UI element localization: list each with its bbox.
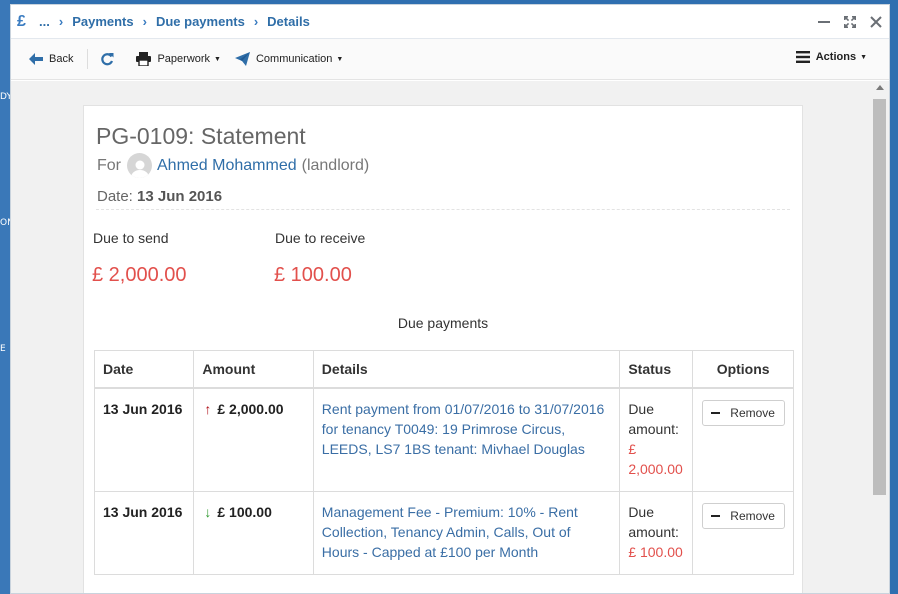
menu-icon — [795, 51, 810, 63]
minus-icon — [711, 411, 721, 414]
breadcrumb-payments[interactable]: Payments — [72, 14, 133, 29]
row-options: Remove — [692, 490, 794, 575]
arrow-up-icon: ↑ — [204, 400, 212, 417]
avatar — [127, 153, 152, 178]
toolbar: Back Paperwork ▼ Communication ▼ Actions… — [11, 39, 889, 80]
scrollbar-thumb[interactable] — [873, 99, 886, 495]
remove-label: Remove — [730, 508, 775, 523]
window-controls — [811, 11, 889, 33]
breadcrumb: ... › Payments › Due payments › Details — [39, 14, 310, 29]
due-payments-caption: Due payments — [397, 315, 489, 331]
paperwork-dropdown[interactable]: Paperwork ▼ — [136, 52, 221, 66]
actions-label: Actions — [815, 51, 857, 63]
due-to-send-value: £ 2,000.00 — [92, 264, 187, 286]
toolbar-divider — [87, 49, 89, 69]
due-to-send-label: Due to send — [93, 230, 169, 246]
communication-label: Communication — [255, 53, 333, 65]
row-amount: ↑ £ 2,000.00 — [193, 387, 314, 492]
background-app-strip: DY ON E — [0, 0, 14, 594]
page-title: PG-0109: Statement — [96, 123, 306, 149]
column-header-date: Date — [93, 350, 195, 389]
row-options: Remove — [692, 387, 794, 492]
date-value: 13 Jun 2016 — [137, 188, 223, 205]
pound-icon: £ — [17, 12, 26, 30]
arrow-down-icon: ↓ — [204, 503, 212, 520]
breadcrumb-details: Details — [267, 14, 310, 29]
minimize-button[interactable] — [811, 11, 837, 33]
vertical-scrollbar[interactable] — [871, 81, 889, 593]
statement-card: PG-0109: Statement For Ahmed Mohammed (l… — [83, 105, 803, 593]
person-role: (landlord) — [301, 156, 370, 174]
caret-down-icon: ▼ — [214, 55, 221, 63]
table-row: 13 Jun 2016 ↑ £ 2,000.00 Rent payment fro… — [93, 387, 794, 492]
chevron-right-icon: › — [58, 14, 64, 29]
row-date: 13 Jun 2016 — [93, 387, 195, 492]
maximize-button[interactable] — [837, 11, 863, 33]
window-titlebar: £ ... › Payments › Due payments › Detail… — [11, 5, 889, 39]
column-header-details: Details — [312, 350, 621, 389]
column-header-options: Options — [692, 350, 794, 389]
date-label: Date: — [97, 188, 133, 205]
table-row: 13 Jun 2016 ↓ £ 100.00 Management Fee - P… — [93, 490, 794, 575]
back-arrow-icon — [29, 53, 43, 65]
actions-dropdown[interactable]: Actions ▼ — [795, 51, 867, 63]
status-label: Due amount: — [628, 503, 679, 540]
printer-icon — [136, 52, 152, 66]
breadcrumb-ellipsis[interactable]: ... — [39, 14, 50, 29]
row-status: Due amount: £ 100.00 — [619, 490, 694, 575]
row-details-link[interactable]: Rent payment from 01/07/2016 to 31/07/20… — [312, 387, 621, 492]
content-area: PG-0109: Statement For Ahmed Mohammed (l… — [11, 81, 871, 593]
chevron-right-icon: › — [142, 14, 147, 29]
column-header-amount: Amount — [193, 350, 314, 389]
refresh-icon — [101, 53, 114, 66]
status-amount: £ 2,000.00 — [628, 440, 683, 477]
status-label: Due amount: — [628, 400, 679, 437]
statement-recipient: For Ahmed Mohammed (landlord) — [97, 153, 369, 178]
back-button[interactable]: Back — [29, 53, 73, 65]
row-amount: ↓ £ 100.00 — [193, 490, 314, 575]
user-icon — [130, 160, 149, 178]
close-icon — [870, 16, 882, 28]
paperwork-label: Paperwork — [157, 53, 211, 65]
landlord-link[interactable]: Ahmed Mohammed — [157, 157, 297, 175]
for-label: For — [97, 156, 121, 174]
status-amount: £ 100.00 — [628, 543, 683, 560]
background-text: E — [0, 344, 6, 354]
paper-plane-icon — [234, 52, 250, 66]
remove-button[interactable]: Remove — [702, 399, 785, 426]
row-status: Due amount: £ 2,000.00 — [619, 387, 694, 492]
row-amount-value: £ 2,000.00 — [217, 400, 284, 417]
column-header-status: Status — [619, 350, 694, 389]
caret-down-icon: ▼ — [860, 53, 867, 61]
statement-date: Date: 13 Jun 2016 — [97, 188, 222, 205]
minus-icon — [711, 514, 721, 517]
close-button[interactable] — [863, 11, 889, 33]
due-payments-table: Date Amount Details Status Options 13 Ju… — [93, 350, 794, 575]
details-window: £ ... › Payments › Due payments › Detail… — [10, 4, 890, 594]
scroll-up-arrow-icon[interactable] — [876, 85, 884, 90]
row-details-link[interactable]: Management Fee - Premium: 10% - Rent Col… — [312, 490, 621, 575]
back-label: Back — [49, 53, 74, 65]
communication-dropdown[interactable]: Communication ▼ — [234, 52, 344, 66]
due-to-receive-value: £ 100.00 — [274, 264, 352, 286]
row-amount-value: £ 100.00 — [217, 503, 272, 520]
divider — [96, 209, 790, 210]
minimize-icon — [818, 21, 830, 23]
remove-label: Remove — [730, 405, 775, 420]
remove-button[interactable]: Remove — [702, 502, 785, 529]
refresh-button[interactable] — [100, 52, 120, 66]
caret-down-icon: ▼ — [336, 55, 344, 63]
table-header-row: Date Amount Details Status Options — [93, 350, 794, 389]
chevron-right-icon: › — [253, 14, 259, 29]
breadcrumb-due-payments[interactable]: Due payments — [156, 14, 245, 29]
expand-icon — [844, 16, 856, 28]
row-date: 13 Jun 2016 — [93, 490, 195, 575]
due-to-receive-label: Due to receive — [275, 230, 366, 246]
